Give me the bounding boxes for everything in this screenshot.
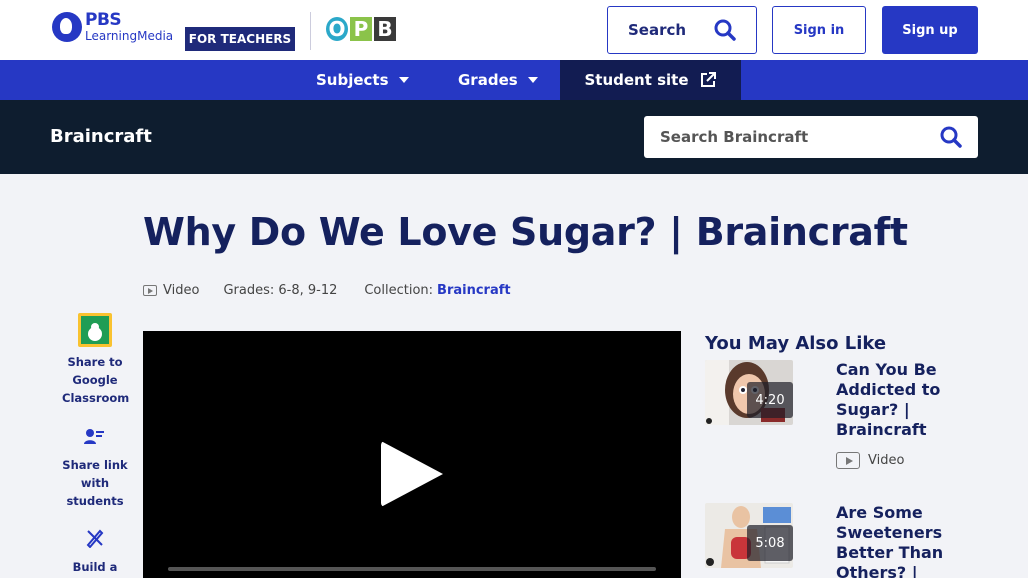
video-progress-bar[interactable] bbox=[168, 567, 656, 571]
sign-up-button[interactable]: Sign up bbox=[882, 6, 978, 54]
logo-pbs-text: PBS bbox=[85, 10, 122, 30]
opb-logo[interactable]: OPB bbox=[326, 17, 396, 41]
resource-meta: Video Grades: 6-8, 9-12 Collection: Brai… bbox=[143, 283, 511, 298]
collection-title[interactable]: Braincraft bbox=[50, 126, 152, 147]
page-title: Why Do We Love Sugar? | Braincraft bbox=[143, 210, 908, 254]
logo-learningmedia-text: LearningMedia bbox=[85, 29, 174, 43]
play-icon[interactable] bbox=[381, 441, 443, 507]
search-button-label: Search bbox=[628, 21, 687, 39]
collection-search-input[interactable]: Search Braincraft bbox=[644, 116, 978, 158]
share-google-classroom-label: Share to Google Classroom bbox=[62, 355, 130, 405]
share-google-classroom[interactable]: Share to Google Classroom bbox=[62, 313, 130, 407]
share-link-label: Share link with students bbox=[62, 458, 128, 508]
top-header: PBS LearningMedia FOR TEACHERS OPB Searc… bbox=[0, 0, 1028, 60]
chevron-down-icon bbox=[398, 77, 409, 83]
related-title: You May Also Like bbox=[705, 333, 887, 354]
opb-b-letter: B bbox=[374, 17, 396, 41]
chevron-down-icon bbox=[527, 77, 538, 83]
pbs-head-icon bbox=[52, 12, 82, 42]
nav-student-site[interactable]: Student site bbox=[560, 60, 741, 100]
collection-link[interactable]: Braincraft bbox=[437, 283, 511, 298]
video-icon bbox=[836, 452, 860, 469]
share-link-students[interactable]: Share link with students bbox=[62, 428, 128, 510]
related-thumbnail[interactable]: 5:08 bbox=[705, 503, 793, 568]
nav-grades[interactable]: Grades bbox=[458, 60, 538, 100]
pencil-ruler-icon bbox=[86, 529, 104, 548]
search-icon bbox=[714, 19, 736, 41]
main-nav: Subjects Grades Student site bbox=[0, 60, 1028, 100]
nav-subjects-label: Subjects bbox=[316, 71, 389, 89]
for-teachers-badge: FOR TEACHERS bbox=[185, 27, 295, 51]
pbs-learningmedia-logo[interactable]: PBS LearningMedia bbox=[52, 12, 173, 42]
build-lesson[interactable]: Build a bbox=[62, 528, 128, 576]
video-player[interactable] bbox=[143, 331, 681, 578]
build-lesson-label: Build a bbox=[72, 560, 118, 574]
opb-p-letter: P bbox=[350, 17, 372, 41]
opb-o-letter: O bbox=[326, 17, 348, 41]
collection-label: Collection: bbox=[364, 283, 434, 298]
sign-in-button[interactable]: Sign in bbox=[772, 6, 866, 54]
video-duration: 4:20 bbox=[747, 382, 793, 418]
resource-grades: Grades: 6-8, 9-12 bbox=[223, 283, 338, 298]
related-item-title[interactable]: Can You Be Addicted to Sugar? | Braincra… bbox=[836, 360, 956, 440]
nav-student-site-label: Student site bbox=[584, 71, 689, 89]
related-item-type-label: Video bbox=[868, 453, 905, 468]
resource-type: Video bbox=[163, 283, 200, 298]
collection-search-placeholder: Search Braincraft bbox=[660, 128, 809, 146]
nav-grades-label: Grades bbox=[458, 71, 518, 89]
external-link-icon bbox=[700, 72, 716, 87]
search-button[interactable]: Search bbox=[607, 6, 757, 54]
related-item-type: Video bbox=[836, 452, 904, 469]
search-icon[interactable] bbox=[940, 126, 962, 148]
video-icon bbox=[143, 285, 157, 296]
related-thumbnail[interactable]: 4:20 bbox=[705, 360, 793, 425]
nav-subjects[interactable]: Subjects bbox=[316, 60, 409, 100]
video-duration: 5:08 bbox=[747, 525, 793, 561]
share-person-icon bbox=[84, 429, 104, 444]
header-divider bbox=[310, 12, 311, 50]
collection-banner: Braincraft Search Braincraft bbox=[0, 100, 1028, 174]
related-item-title[interactable]: Are Some Sweeteners Better Than Others? … bbox=[836, 503, 956, 578]
google-classroom-icon bbox=[78, 313, 112, 347]
